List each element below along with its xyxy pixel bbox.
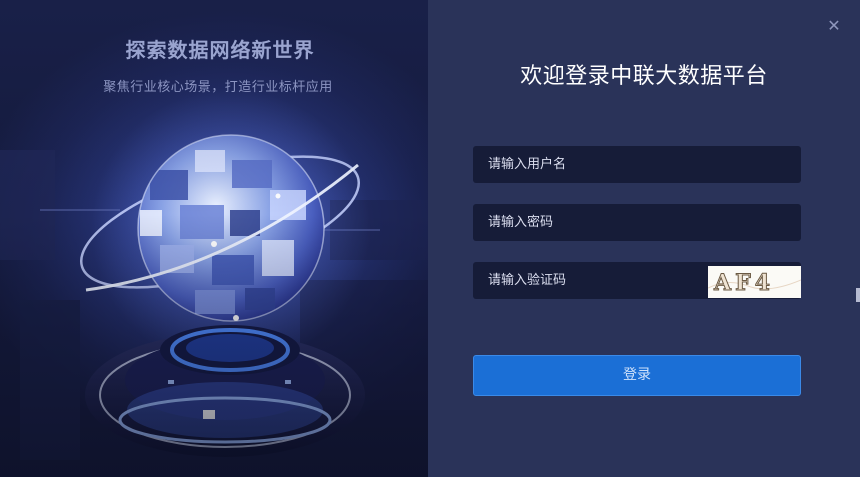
- hero-tagline: 聚焦行业核心场景，打造行业标杆应用: [103, 80, 333, 95]
- login-title: 欢迎登录中联大数据平台: [520, 64, 768, 89]
- password-field-container: [473, 204, 801, 241]
- edge-marker: [856, 288, 860, 302]
- username-input[interactable]: [473, 146, 801, 183]
- username-field-container: [473, 146, 801, 183]
- close-icon[interactable]: ✕: [826, 18, 842, 34]
- login-button[interactable]: 登录: [473, 355, 801, 396]
- login-window: 探索数据网络新世界 聚焦行业核心场景，打造行业标杆应用 ✕ 欢迎登录中联大数据平…: [0, 0, 860, 477]
- captcha-image[interactable]: AF4: [708, 266, 801, 298]
- hero-panel: 探索数据网络新世界 聚焦行业核心场景，打造行业标杆应用: [0, 0, 428, 477]
- captcha-graphic: AF4: [708, 266, 801, 298]
- captcha-input[interactable]: [473, 262, 707, 299]
- hero-headline: 探索数据网络新世界: [125, 38, 315, 62]
- captcha-text: AF4: [713, 270, 774, 296]
- password-input[interactable]: [473, 204, 801, 241]
- hero-shade: [0, 0, 428, 477]
